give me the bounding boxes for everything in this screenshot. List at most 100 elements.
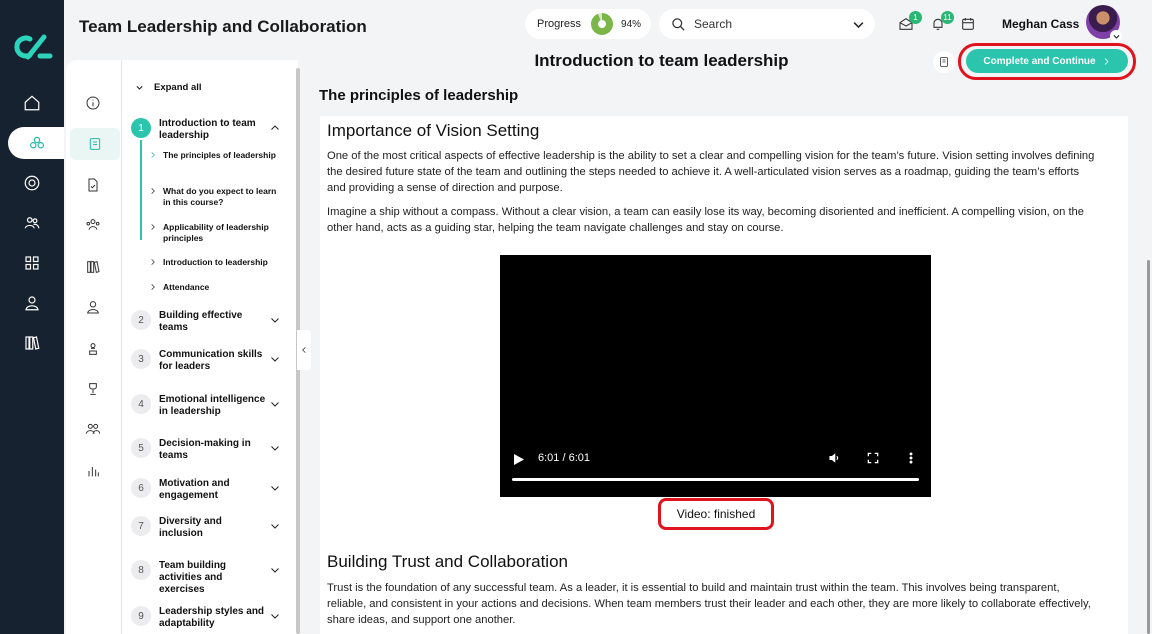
lesson-item[interactable]: Introduction to leadership (149, 257, 277, 268)
module-title: Communication skills for leaders (159, 349, 263, 372)
module-title: Introduction to team leadership (159, 118, 256, 141)
user-name[interactable]: Meghan Cass (1002, 17, 1079, 31)
lesson-article: Importance of Vision Setting One of the … (320, 116, 1128, 634)
play-icon[interactable] (514, 452, 524, 465)
chevron-right-icon (149, 151, 157, 159)
module-number: 1 (131, 118, 151, 138)
module-title: Team building activities and exercises (159, 560, 227, 595)
assignment-icon[interactable] (82, 174, 104, 196)
app-nav-rail (0, 0, 66, 634)
article-heading: Building Trust and Collaboration (327, 552, 568, 571)
lesson-list: Expand all 1 Introduction to team leader… (123, 60, 295, 634)
module-number: 6 (131, 478, 151, 498)
messages-badge: 1 (909, 11, 922, 24)
messages-icon[interactable]: 1 (898, 11, 922, 34)
chevron-down-icon[interactable] (269, 397, 281, 409)
article-heading: Importance of Vision Setting (327, 121, 540, 140)
lesson-item[interactable]: Attendance (149, 282, 277, 293)
outline-tabs (66, 60, 122, 634)
chevron-right-icon (149, 223, 157, 231)
chevron-right-icon (149, 187, 157, 195)
chevron-down-icon (136, 85, 143, 90)
chevron-right-icon (149, 283, 157, 291)
page-title: Team Leadership and Collaboration (79, 17, 367, 36)
module-title: Decision-making in teams (159, 438, 251, 461)
chevron-down-icon[interactable] (269, 519, 281, 531)
profile-icon[interactable] (20, 291, 44, 315)
chevron-down-icon[interactable] (269, 481, 281, 493)
module-title: Building effective teams (159, 310, 243, 333)
lesson-item[interactable]: The principles of leadership (149, 150, 277, 161)
notes-button[interactable] (933, 51, 955, 73)
home-icon[interactable] (20, 91, 44, 115)
target-icon[interactable] (20, 171, 44, 195)
lesson-title: Applicability of leadership principles (163, 222, 269, 243)
module-title: Emotional intelligence in leadership (159, 394, 266, 417)
chevron-down-icon[interactable] (269, 441, 281, 453)
article-paragraph: Imagine a ship without a compass. Withou… (327, 206, 1085, 234)
group-icon[interactable] (82, 214, 104, 236)
lesson-item[interactable]: What do you expect to learn in this cour… (149, 186, 277, 207)
lessons-tab-icon[interactable] (70, 128, 120, 160)
lesson-title: Attendance (163, 282, 210, 292)
more-options-icon[interactable] (904, 451, 918, 465)
volume-icon[interactable] (828, 451, 842, 465)
dashboard-grid-icon[interactable] (20, 251, 44, 275)
expand-all-toggle[interactable]: Expand all (135, 82, 202, 93)
lesson-title: Introduction to leadership (163, 257, 268, 267)
calendar-icon[interactable] (960, 16, 978, 34)
users-icon[interactable] (20, 211, 44, 235)
chevron-right-icon (149, 258, 157, 266)
module-number: 5 (131, 438, 151, 458)
article-paragraph: One of the most critical aspects of effe… (327, 150, 1095, 194)
module-number: 8 (131, 560, 151, 580)
video-progress-track[interactable] (512, 478, 919, 481)
module-title: Motivation and engagement (159, 478, 230, 501)
chevron-down-icon[interactable] (269, 609, 281, 621)
lesson-item[interactable]: Applicability of leadership principles (149, 222, 277, 243)
chevron-down-icon[interactable] (269, 352, 281, 364)
search-dropdown-chevron-icon[interactable] (849, 15, 867, 33)
notebook-icon (940, 57, 948, 67)
progress-value: 94% (621, 18, 642, 30)
chevron-up-icon[interactable] (269, 121, 281, 133)
collapse-outline-button[interactable] (297, 330, 311, 370)
video-player[interactable]: 6:01 / 6:01 (500, 255, 931, 497)
notifications-bell-icon[interactable]: 11 (930, 11, 954, 34)
person-icon[interactable] (82, 296, 104, 318)
module-number: 2 (131, 310, 151, 330)
instructor-icon[interactable] (82, 338, 104, 360)
user-menu-chevron-icon[interactable] (1110, 30, 1122, 42)
video-time: 6:01 / 6:01 (538, 452, 590, 464)
module-number: 3 (131, 349, 151, 369)
video-status: Video: finished (658, 498, 774, 530)
chevron-down-icon[interactable] (269, 563, 281, 575)
module-number: 4 (131, 394, 151, 414)
page-scrollbar[interactable] (1147, 260, 1150, 634)
chevron-left-icon (302, 347, 306, 353)
participants-icon[interactable] (82, 418, 104, 440)
module-title: Leadership styles and adaptability (159, 606, 265, 629)
course-outline: Expand all 1 Introduction to team leader… (66, 60, 300, 634)
brand-logo-icon[interactable] (10, 32, 54, 62)
module-number: 9 (131, 606, 151, 626)
search-bar (659, 9, 875, 39)
search-input[interactable] (694, 17, 844, 31)
highlight-annotation (958, 43, 1136, 80)
current-module-line (140, 140, 142, 240)
search-icon (672, 17, 685, 31)
lesson-title: What do you expect to learn in this cour… (163, 186, 277, 207)
trophy-icon[interactable] (82, 378, 104, 400)
chevron-down-icon[interactable] (269, 313, 281, 325)
books-icon[interactable] (82, 256, 104, 278)
article-paragraph: Trust is the foundation of any successfu… (327, 582, 1091, 626)
course-progress[interactable]: Progress 94% (525, 9, 651, 39)
section-title: The principles of leadership (319, 87, 519, 104)
courses-nav-icon[interactable] (8, 127, 66, 159)
analytics-icon[interactable] (82, 460, 104, 482)
lesson-title: The principles of leadership (163, 150, 276, 160)
library-icon[interactable] (20, 331, 44, 355)
info-icon[interactable] (82, 92, 104, 114)
fullscreen-icon[interactable] (866, 451, 880, 465)
module-number: 7 (131, 516, 151, 536)
